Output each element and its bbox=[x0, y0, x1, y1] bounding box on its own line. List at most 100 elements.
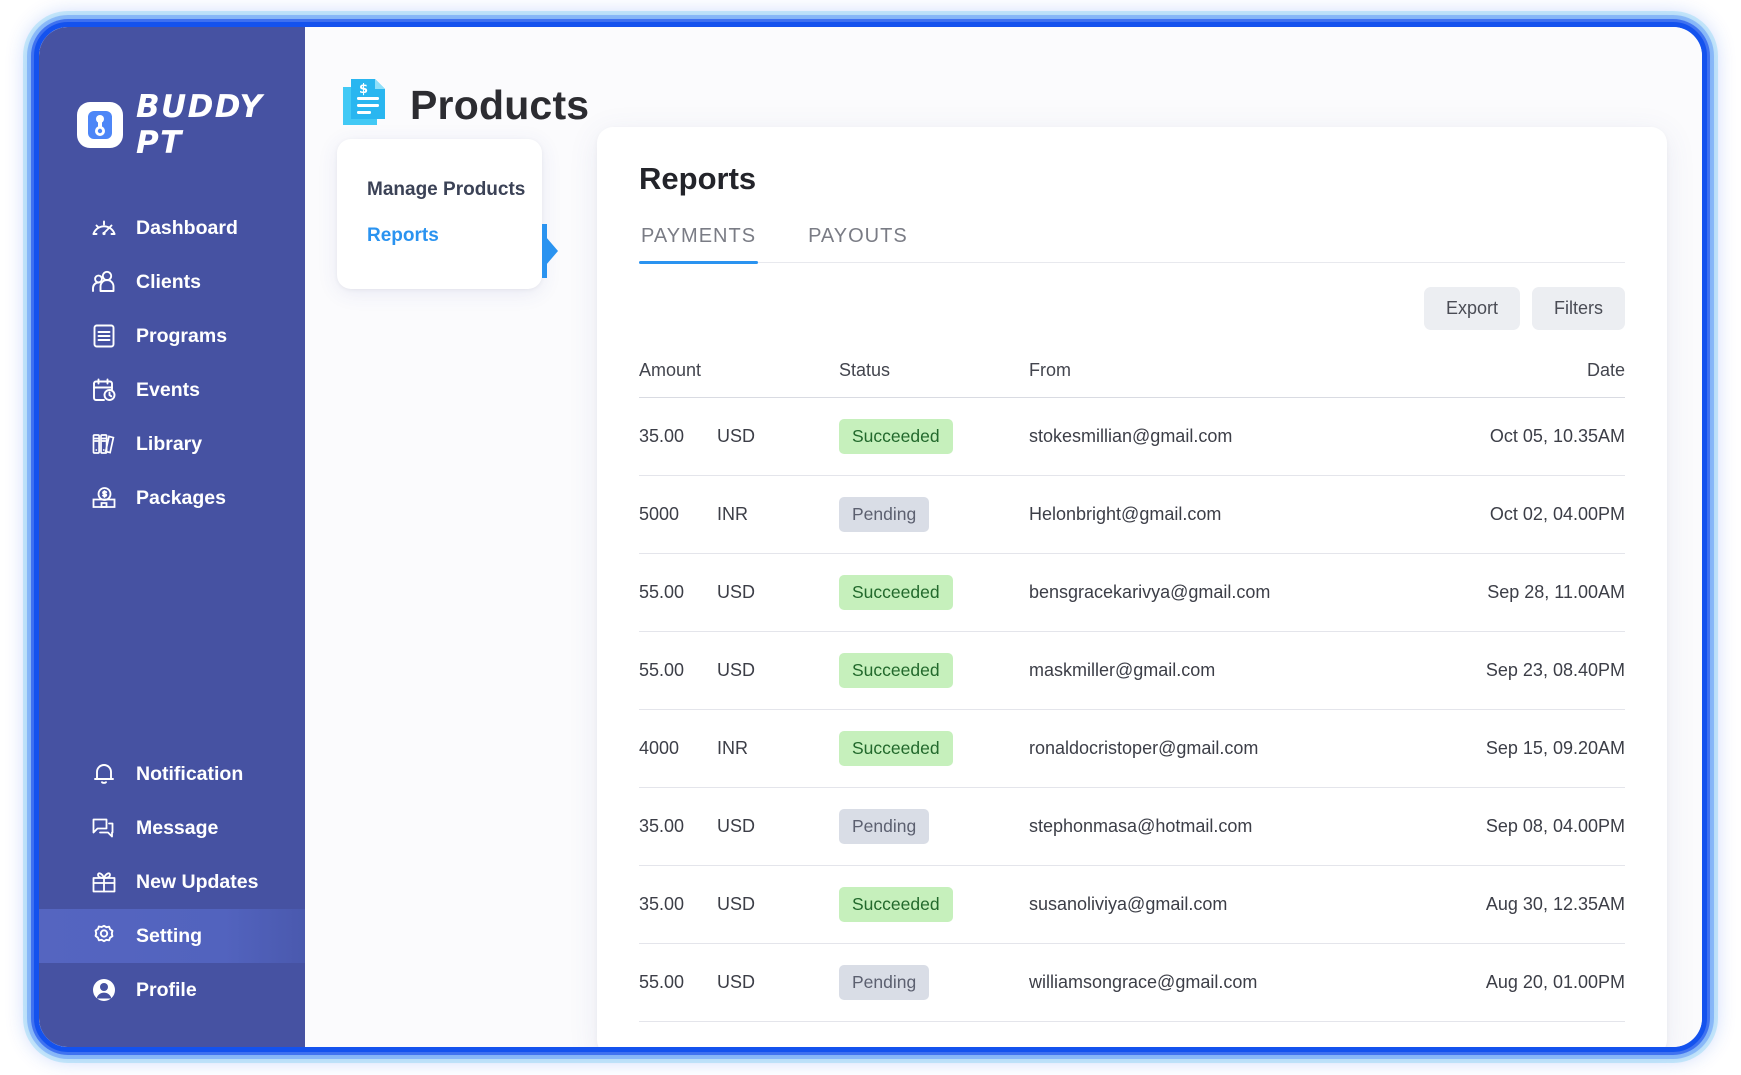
cell-from: ronaldocristoper@gmail.com bbox=[1029, 709, 1395, 788]
gear-icon bbox=[89, 922, 118, 951]
cell-amount: 4000 INR bbox=[639, 709, 839, 788]
sidebar-item-label: New Updates bbox=[136, 870, 259, 893]
amount-currency: INR bbox=[717, 738, 748, 758]
amount-value: 35.00 bbox=[639, 894, 685, 914]
table-row[interactable]: 55.00 USD Succeeded maskmiller@gmail.com Sep… bbox=[639, 631, 1625, 710]
sidebar-item-label: Notification bbox=[136, 762, 244, 785]
active-subnav-pointer-icon bbox=[542, 224, 558, 278]
cell-date: Oct 02, 04.00PM bbox=[1395, 475, 1625, 554]
amount-value: 55.00 bbox=[639, 972, 685, 992]
amount-value: 55.00 bbox=[639, 582, 685, 602]
calendar-clock-icon bbox=[89, 376, 118, 405]
column-header-date: Date bbox=[1395, 350, 1625, 398]
subnav-item-manage-products[interactable]: Manage Products bbox=[337, 167, 542, 213]
amount-value: 4000 bbox=[639, 738, 680, 758]
cell-amount: 35.00 USD bbox=[639, 865, 839, 944]
table-row[interactable]: 35.00 USD Succeeded susanoliviya@gmail.com A… bbox=[639, 865, 1625, 944]
amount-value: 5000 bbox=[639, 504, 680, 524]
status-badge: Succeeded bbox=[839, 887, 953, 922]
status-badge: Pending bbox=[839, 965, 930, 1000]
amount-value: 35.00 bbox=[639, 426, 685, 446]
people-icon bbox=[89, 268, 118, 297]
cell-from: stokesmillian@gmail.com bbox=[1029, 397, 1395, 476]
amount-currency: INR bbox=[717, 504, 748, 524]
invoice-document-icon: $ bbox=[339, 75, 391, 136]
cell-date: Sep 08, 04.00PM bbox=[1395, 787, 1625, 866]
status-badge: Succeeded bbox=[839, 575, 953, 610]
status-badge: Pending bbox=[839, 497, 930, 532]
cell-amount: 55.00 USD bbox=[639, 943, 839, 1022]
cell-date: Sep 15, 09.20AM bbox=[1395, 709, 1625, 788]
cell-status: Succeeded bbox=[839, 553, 1029, 632]
books-icon bbox=[89, 430, 118, 459]
sidebar-item-packages[interactable]: Packages bbox=[39, 471, 305, 525]
table-row[interactable]: 55.00 USD Succeeded bensgracekarivya@gmail.… bbox=[639, 553, 1625, 632]
sidebar: BUDDY PT Dashboard Clients Programs Even… bbox=[39, 27, 305, 1047]
sidebar-nav-secondary: Notification Message New Updates Setting… bbox=[39, 747, 305, 1017]
cell-status: Pending bbox=[839, 475, 1029, 554]
filters-button[interactable]: Filters bbox=[1532, 287, 1625, 330]
chat-icon bbox=[89, 814, 118, 843]
sidebar-item-clients[interactable]: Clients bbox=[39, 255, 305, 309]
cell-amount: 35.00 USD bbox=[639, 397, 839, 476]
sidebar-item-label: Message bbox=[136, 816, 219, 839]
cell-amount: 35.00 USD bbox=[639, 787, 839, 866]
table-row[interactable]: 4000 INR Succeeded ronaldocristoper@gmail.c… bbox=[639, 709, 1625, 788]
cell-amount: 55.00 USD bbox=[639, 631, 839, 710]
sidebar-item-dashboard[interactable]: Dashboard bbox=[39, 201, 305, 255]
brand-logo[interactable]: BUDDY PT bbox=[77, 89, 305, 161]
column-header-amount: Amount bbox=[639, 350, 839, 398]
sidebar-item-setting[interactable]: Setting bbox=[39, 909, 305, 963]
cell-date: Aug 30, 12.35AM bbox=[1395, 865, 1625, 944]
export-button[interactable]: Export bbox=[1423, 287, 1520, 330]
sidebar-item-profile[interactable]: Profile bbox=[39, 963, 305, 1017]
avatar-icon bbox=[89, 976, 118, 1005]
cell-status: Succeeded bbox=[839, 397, 1029, 476]
cell-status: Succeeded bbox=[839, 865, 1029, 944]
main-content: $ Products Manage Products Reports Repor… bbox=[305, 27, 1702, 1047]
cell-amount: 5000 INR bbox=[639, 475, 839, 554]
sidebar-item-programs[interactable]: Programs bbox=[39, 309, 305, 363]
amount-currency: USD bbox=[717, 816, 756, 836]
amount-currency: USD bbox=[717, 660, 756, 680]
reports-card: Reports PAYMENTS PAYOUTS Export Filters … bbox=[597, 127, 1667, 1047]
table-row[interactable]: 35.00 USD Succeeded stokesmillian@gmail.com… bbox=[639, 397, 1625, 476]
document-icon bbox=[89, 322, 118, 351]
sidebar-item-label: Library bbox=[136, 432, 203, 455]
cell-date: Oct 05, 10.35AM bbox=[1395, 397, 1625, 476]
sidebar-item-label: Events bbox=[136, 378, 200, 401]
table-row[interactable]: 55.00 USD Pending williamsongrace@gmail.com… bbox=[639, 943, 1625, 1022]
sidebar-item-new-updates[interactable]: New Updates bbox=[39, 855, 305, 909]
status-badge: Pending bbox=[839, 809, 930, 844]
cell-status: Pending bbox=[839, 787, 1029, 866]
page-title: Products bbox=[410, 82, 590, 128]
status-badge: Succeeded bbox=[839, 419, 953, 454]
amount-currency: USD bbox=[717, 972, 756, 992]
status-badge: Succeeded bbox=[839, 731, 953, 766]
sidebar-item-events[interactable]: Events bbox=[39, 363, 305, 417]
table-row[interactable]: 35.00 USD Pending stephonmasa@hotmail.com Se… bbox=[639, 787, 1625, 866]
table-actions: Export Filters bbox=[639, 287, 1625, 330]
sidebar-item-message[interactable]: Message bbox=[39, 801, 305, 855]
cell-from: Helonbright@gmail.com bbox=[1029, 475, 1395, 554]
payments-table: Amount Status From Date 35.00 USD Succeede… bbox=[639, 350, 1625, 1022]
amount-currency: USD bbox=[717, 894, 756, 914]
subnav-item-reports[interactable]: Reports bbox=[337, 213, 542, 259]
cell-amount: 55.00 USD bbox=[639, 553, 839, 632]
cell-from: stephonmasa@hotmail.com bbox=[1029, 787, 1395, 866]
sidebar-item-notification[interactable]: Notification bbox=[39, 747, 305, 801]
tab-payments[interactable]: PAYMENTS bbox=[639, 219, 759, 264]
cell-status: Succeeded bbox=[839, 709, 1029, 788]
table-row[interactable]: 5000 INR Pending Helonbright@gmail.com Oct 0… bbox=[639, 475, 1625, 554]
payments-table-body: 35.00 USD Succeeded stokesmillian@gmail.com… bbox=[639, 397, 1625, 1022]
cell-from: susanoliviya@gmail.com bbox=[1029, 865, 1395, 944]
tab-payouts[interactable]: PAYOUTS bbox=[806, 219, 910, 262]
cell-date: Sep 23, 08.40PM bbox=[1395, 631, 1625, 710]
cell-from: williamsongrace@gmail.com bbox=[1029, 943, 1395, 1022]
amount-value: 55.00 bbox=[639, 660, 685, 680]
logo-mark-icon bbox=[77, 102, 123, 148]
amount-currency: USD bbox=[717, 582, 756, 602]
sidebar-item-library[interactable]: Library bbox=[39, 417, 305, 471]
table-header-row: Amount Status From Date bbox=[639, 350, 1625, 398]
cell-date: Sep 28, 11.00AM bbox=[1395, 553, 1625, 632]
